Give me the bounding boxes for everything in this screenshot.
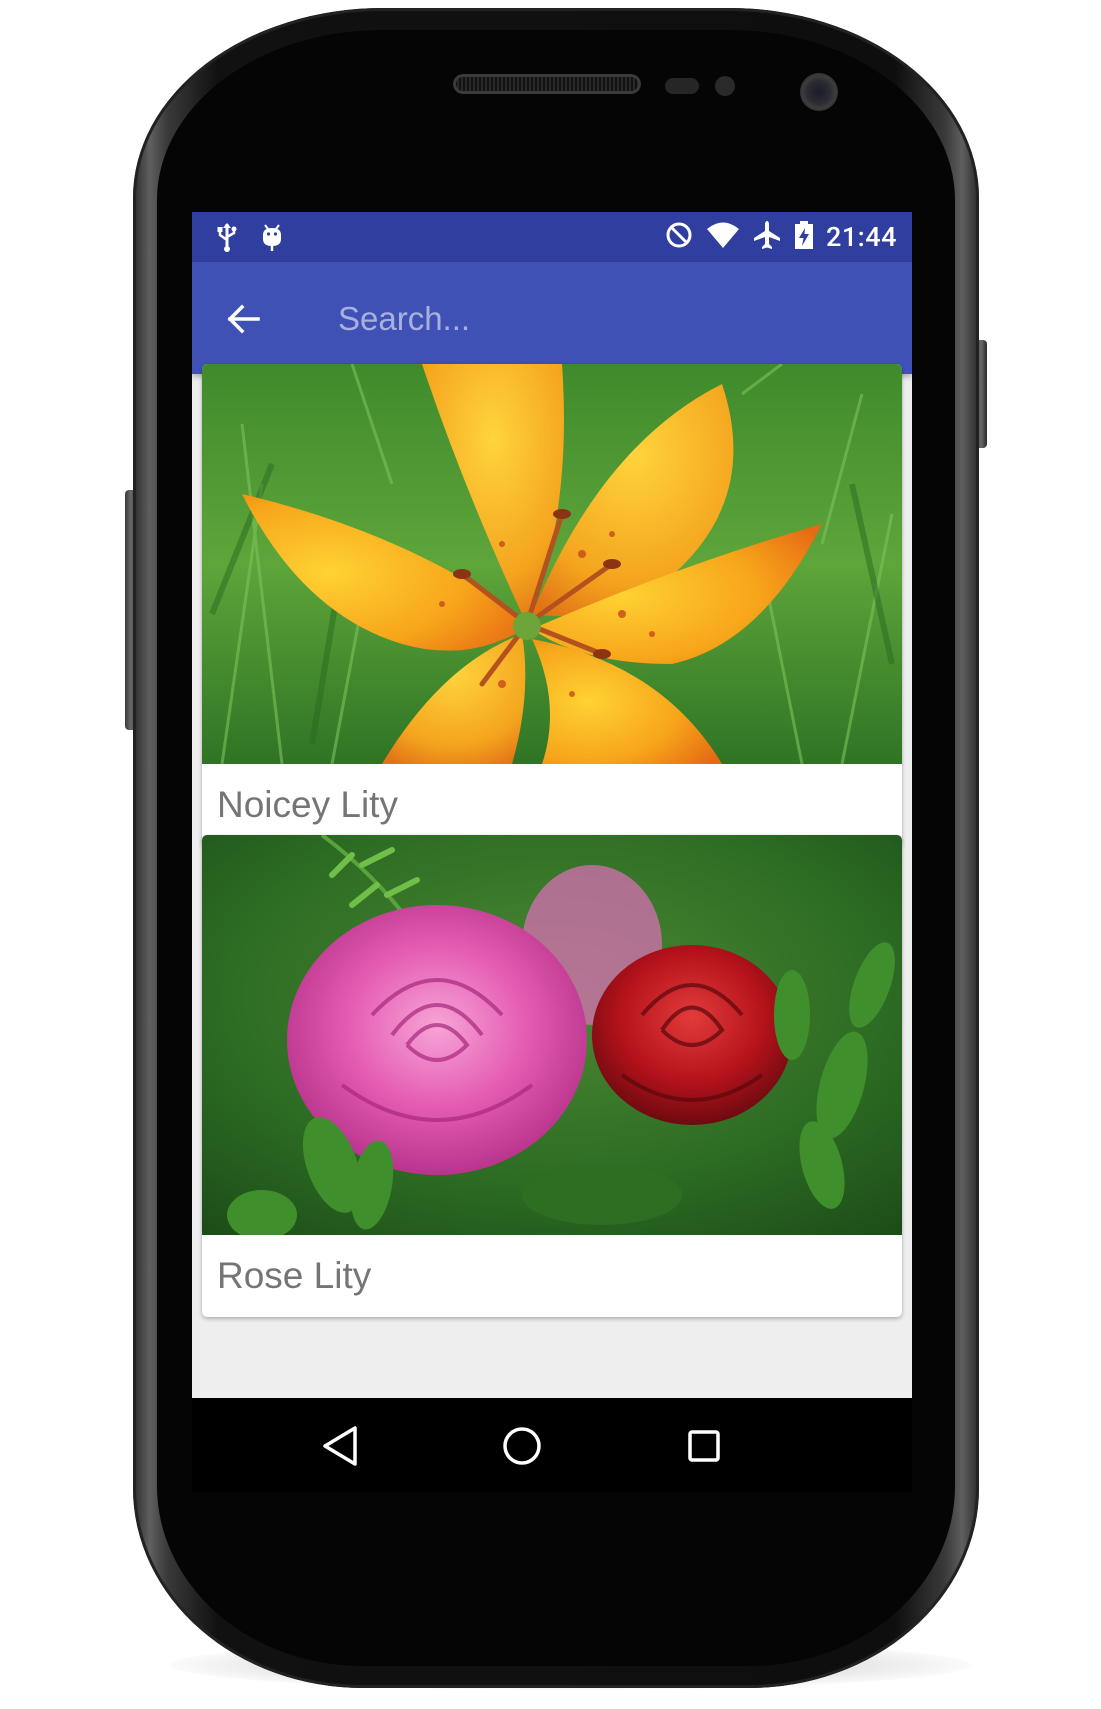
status-time: 21:44 — [825, 221, 897, 253]
nav-recents-button[interactable] — [678, 1420, 730, 1472]
do-not-disturb-icon — [664, 220, 694, 254]
wifi-icon — [706, 220, 740, 254]
flower-card[interactable]: Rose Lity — [202, 835, 902, 1317]
nav-back-button[interactable] — [315, 1420, 367, 1472]
home-circle-icon — [503, 1427, 541, 1465]
back-button[interactable] — [222, 297, 266, 341]
proximity-sensor — [665, 78, 699, 94]
nav-home-button[interactable] — [496, 1420, 548, 1472]
airplane-mode-icon — [752, 220, 782, 254]
status-bar: 21:44 — [192, 212, 912, 262]
flower-card-title: Noicey Lity — [217, 784, 398, 825]
arrow-back-icon — [227, 304, 260, 334]
search-input[interactable] — [336, 290, 880, 348]
front-camera — [800, 73, 838, 111]
search-toolbar — [192, 262, 912, 374]
orange-lily-photo — [202, 364, 902, 764]
phone-screen: 21:44 Search... Noicey Lity Rose Lity — [192, 212, 912, 1492]
navigation-bar — [192, 1398, 912, 1492]
flower-card[interactable]: Noicey Lity — [202, 364, 902, 846]
flower-card-title: Rose Lity — [217, 1255, 372, 1296]
battery-charging-icon — [794, 220, 814, 254]
usb-icon — [216, 222, 238, 256]
android-debug-icon — [260, 222, 284, 256]
back-triangle-icon — [323, 1426, 357, 1466]
light-sensor — [715, 76, 735, 96]
earpiece-speaker — [453, 74, 641, 94]
roses-photo — [202, 835, 902, 1235]
recents-square-icon — [688, 1430, 720, 1462]
